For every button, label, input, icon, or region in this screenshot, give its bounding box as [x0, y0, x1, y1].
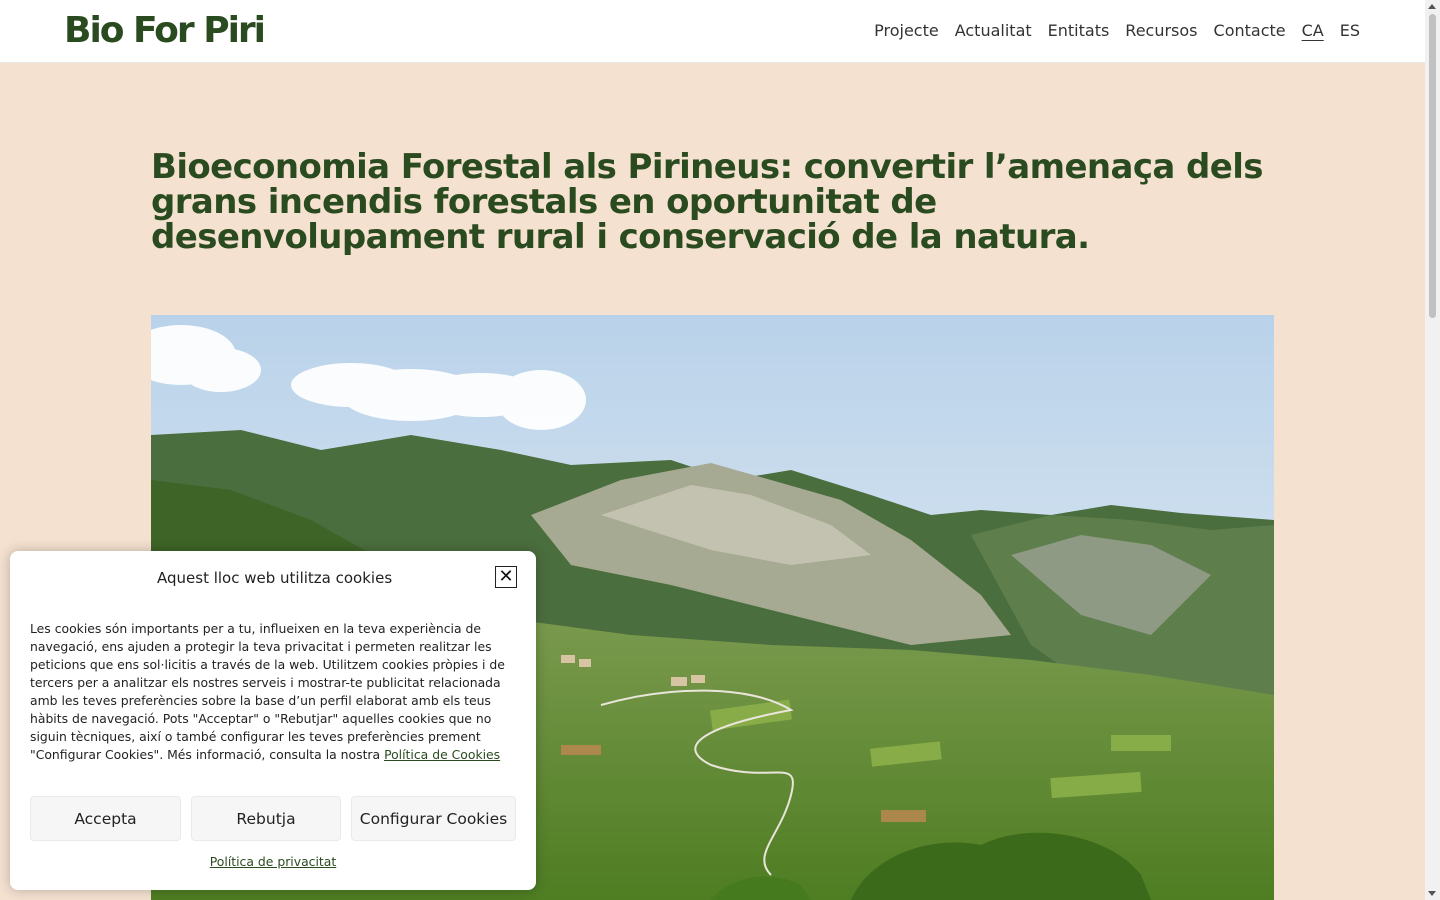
- cookie-consent-dialog: Aquest lloc web utilitza cookies ✕ Les c…: [10, 551, 536, 890]
- scroll-down-arrow-icon[interactable]: [1428, 891, 1436, 896]
- nav-item-actualitat[interactable]: Actualitat: [955, 20, 1032, 42]
- language-ca[interactable]: CA: [1302, 20, 1324, 42]
- cookie-policy-link[interactable]: Política de Cookies: [384, 747, 500, 762]
- nav-item-projecte[interactable]: Projecte: [874, 20, 939, 42]
- configure-cookies-button[interactable]: Configurar Cookies: [351, 796, 516, 841]
- site-header: Bio For Piri Projecte Actualitat Entitat…: [0, 0, 1425, 63]
- language-es[interactable]: ES: [1340, 20, 1360, 42]
- site-logo[interactable]: Bio For Piri: [64, 11, 266, 51]
- main-nav: Projecte Actualitat Entitats Recursos Co…: [874, 20, 1360, 42]
- page-scrollbar[interactable]: [1425, 0, 1440, 900]
- close-icon[interactable]: ✕: [495, 566, 517, 588]
- scroll-up-arrow-icon[interactable]: [1428, 4, 1436, 9]
- cookie-text-body: Les cookies són importants per a tu, inf…: [30, 621, 505, 762]
- cookie-dialog-text: Les cookies són importants per a tu, inf…: [30, 620, 520, 764]
- page-title: Bioeconomia Forestal als Pirineus: conve…: [151, 147, 1263, 257]
- scroll-thumb[interactable]: [1429, 14, 1436, 318]
- nav-item-contacte[interactable]: Contacte: [1214, 20, 1286, 42]
- accept-cookies-button[interactable]: Accepta: [30, 796, 181, 841]
- nav-item-entitats[interactable]: Entitats: [1048, 20, 1110, 42]
- nav-item-recursos[interactable]: Recursos: [1125, 20, 1197, 42]
- cookie-dialog-title: Aquest lloc web utilitza cookies: [157, 569, 393, 587]
- reject-cookies-button[interactable]: Rebutja: [191, 796, 341, 841]
- privacy-policy-link[interactable]: Política de privacitat: [10, 854, 536, 869]
